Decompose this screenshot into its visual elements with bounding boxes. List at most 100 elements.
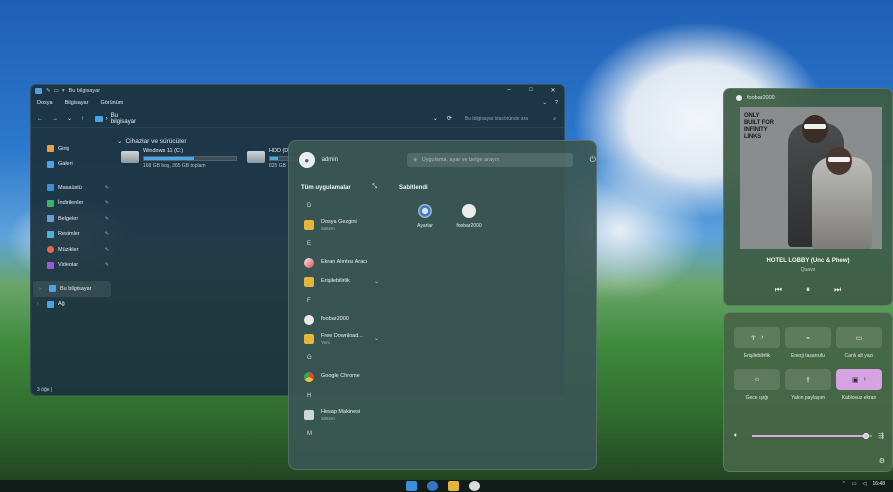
chevron-down-icon[interactable]: ⌄	[374, 335, 379, 342]
start-search-input[interactable]: ◉ Uygulama, ayar ve belge arayın	[406, 153, 573, 167]
sidebar-item-this-pc[interactable]: › Bu bilgisayar	[33, 281, 111, 297]
app-foobar2000[interactable]: foobar2000	[289, 310, 387, 329]
tile-button[interactable]: ⌁	[785, 327, 831, 348]
sidebar-item-gallery[interactable]: Galeri	[31, 157, 113, 173]
breadcrumb-this-pc[interactable]: Bu bilgisayar	[111, 113, 144, 125]
breadcrumb[interactable]: › Bu bilgisayar	[95, 113, 144, 125]
app-calculator[interactable]: Hesap Makinesi Sistem	[289, 405, 387, 424]
sidebar-item-desktop[interactable]: Masaüstü ✎	[31, 180, 113, 196]
tile-cast[interactable]: ▣ › Kablosuz ekran	[836, 369, 882, 401]
user-name[interactable]: admin	[322, 157, 338, 163]
volume-thumb[interactable]	[863, 433, 870, 439]
app-accessibility-folder[interactable]: Erişilebilirlik ⌄	[289, 272, 387, 291]
chevron-right-icon[interactable]: ›	[864, 376, 866, 383]
chevron-down-icon[interactable]: ⌄	[374, 278, 379, 285]
start-icon[interactable]	[406, 481, 417, 491]
letter-header[interactable]: F	[289, 291, 387, 310]
tile-button[interactable]: ☥ ›	[734, 327, 780, 348]
tile-accessibility[interactable]: ☥ › Erişilebilirlik	[734, 327, 780, 359]
pin-icon[interactable]: ✎	[105, 247, 109, 253]
edge-icon[interactable]	[427, 481, 438, 491]
pinned-foobar2000[interactable]: foobar2000	[456, 204, 482, 229]
user-avatar-icon[interactable]: ●	[299, 152, 315, 168]
tile-nearby-share[interactable]: ⇪ Yakın paylaşım	[785, 369, 831, 401]
app-snipping-tool[interactable]: Ekran Alıntısı Aracı	[289, 253, 387, 272]
pin-icon[interactable]: ✎	[105, 231, 109, 237]
pinned-settings[interactable]: Ayarlar	[413, 204, 437, 229]
history-chevron-icon[interactable]: ⌄	[67, 115, 72, 122]
accessibility-icon: ☥	[750, 334, 756, 342]
tile-live-captions[interactable]: ▭ Canlı alt yazı	[836, 327, 882, 359]
this-pc-icon	[49, 285, 56, 293]
drive-c[interactable]: Windows 11 (C:) 168 GB boş, 365 GB topla…	[121, 148, 237, 169]
foobar-icon[interactable]	[469, 481, 480, 491]
tile-button[interactable]: ⇪	[785, 369, 831, 390]
app-file-explorer[interactable]: Dosya Gezgini Sistem	[289, 215, 387, 234]
pencil-icon[interactable]: ✎	[46, 88, 51, 94]
tile-battery-saver[interactable]: ⌁ Enerji tasarrufu	[785, 327, 831, 359]
letter-header[interactable]: E	[289, 234, 387, 253]
chevron-down-icon[interactable]: ▾	[62, 88, 65, 94]
maximize-button[interactable]: □	[520, 87, 542, 94]
letter-header[interactable]: M	[289, 424, 387, 443]
pin-icon[interactable]: ✎	[105, 200, 109, 206]
chevron-down-icon[interactable]: ⌄	[117, 137, 122, 145]
menu-computer[interactable]: Bilgisayar	[65, 100, 89, 106]
app-google-chrome[interactable]: Google Chrome	[289, 367, 387, 386]
letter-header[interactable]: H	[289, 386, 387, 405]
tile-button[interactable]: ▣ ›	[836, 369, 882, 390]
refresh-icon[interactable]: ⟳	[447, 115, 452, 122]
back-icon[interactable]: ←	[37, 116, 43, 122]
title-bar[interactable]: ✎ ▭ ▾ Bu bilgisayar – □ ✕	[31, 85, 564, 96]
power-icon[interactable]: ⏻	[590, 155, 596, 165]
expand-chevron-icon[interactable]: ›	[37, 301, 39, 307]
chevron-right-icon[interactable]: ›	[761, 334, 763, 341]
minimize-button[interactable]: –	[498, 87, 520, 94]
sidebar-item-pictures[interactable]: Resimler ✎	[31, 227, 113, 243]
forward-icon[interactable]: →	[52, 116, 58, 122]
letter-header[interactable]: G	[289, 348, 387, 367]
tile-button[interactable]: ▭	[836, 327, 882, 348]
address-dropdown-icon[interactable]: ⌄	[433, 115, 438, 122]
search-icon: ⌕	[553, 115, 556, 122]
next-track-icon[interactable]: ⏭	[834, 285, 841, 295]
window-controls[interactable]: – □ ✕	[498, 87, 564, 94]
sidebar-item-music[interactable]: Müzikler ✎	[31, 242, 113, 258]
tray-chevron-icon[interactable]: ⌃	[842, 481, 846, 487]
folder-icon[interactable]: ▭	[54, 88, 59, 94]
sidebar-item-home[interactable]: Giriş	[31, 141, 113, 157]
volume-slider[interactable]	[752, 433, 873, 439]
album-cover[interactable]: ONLY BUILT FOR INFINITY LINKS	[740, 107, 882, 249]
help-icon[interactable]: ?	[555, 100, 558, 106]
album-figure	[804, 124, 826, 129]
tile-button[interactable]: ☼	[734, 369, 780, 390]
speaker-icon[interactable]: 🔈︎	[734, 432, 738, 440]
previous-track-icon[interactable]: ⏮	[775, 285, 782, 295]
search-box[interactable]: Bu bilgisayar klasöründe ara ⌕	[461, 113, 558, 125]
letter-header[interactable]: D	[289, 196, 387, 215]
pin-icon[interactable]: ✎	[105, 216, 109, 222]
ribbon-collapse-icon[interactable]: ⌄	[542, 100, 547, 106]
audio-output-icon[interactable]: ⇶	[878, 432, 884, 440]
file-explorer-icon[interactable]	[448, 481, 459, 491]
pin-icon[interactable]: ✎	[105, 185, 109, 191]
menu-view[interactable]: Görünüm	[100, 100, 123, 106]
sidebar-item-downloads[interactable]: İndirilenler ✎	[31, 196, 113, 212]
pause-icon[interactable]: ⏸	[806, 285, 810, 295]
volume-icon[interactable]: ◁	[863, 481, 867, 487]
sidebar-item-videos[interactable]: Videolar ✎	[31, 258, 113, 274]
gear-icon[interactable]: ⚙	[879, 457, 885, 465]
expand-icon[interactable]: ⤡	[372, 184, 377, 191]
app-free-download-manager[interactable]: Free Download... Yeni ⌄	[289, 329, 387, 348]
sidebar-item-documents[interactable]: Belgeler ✎	[31, 211, 113, 227]
menu-file[interactable]: Dosya	[37, 100, 53, 106]
pin-icon[interactable]: ✎	[105, 262, 109, 268]
clock[interactable]: 16:48	[872, 481, 885, 487]
up-icon[interactable]: ↑	[81, 116, 84, 122]
quick-access-toolbar[interactable]: ✎ ▭ ▾	[46, 88, 65, 94]
sidebar-item-network[interactable]: › Ağ	[31, 297, 113, 313]
expand-chevron-icon[interactable]: ›	[39, 286, 41, 292]
network-icon[interactable]: ▭	[852, 481, 857, 487]
close-button[interactable]: ✕	[542, 87, 564, 94]
tile-night-light[interactable]: ☼ Gece ışığı	[734, 369, 780, 401]
